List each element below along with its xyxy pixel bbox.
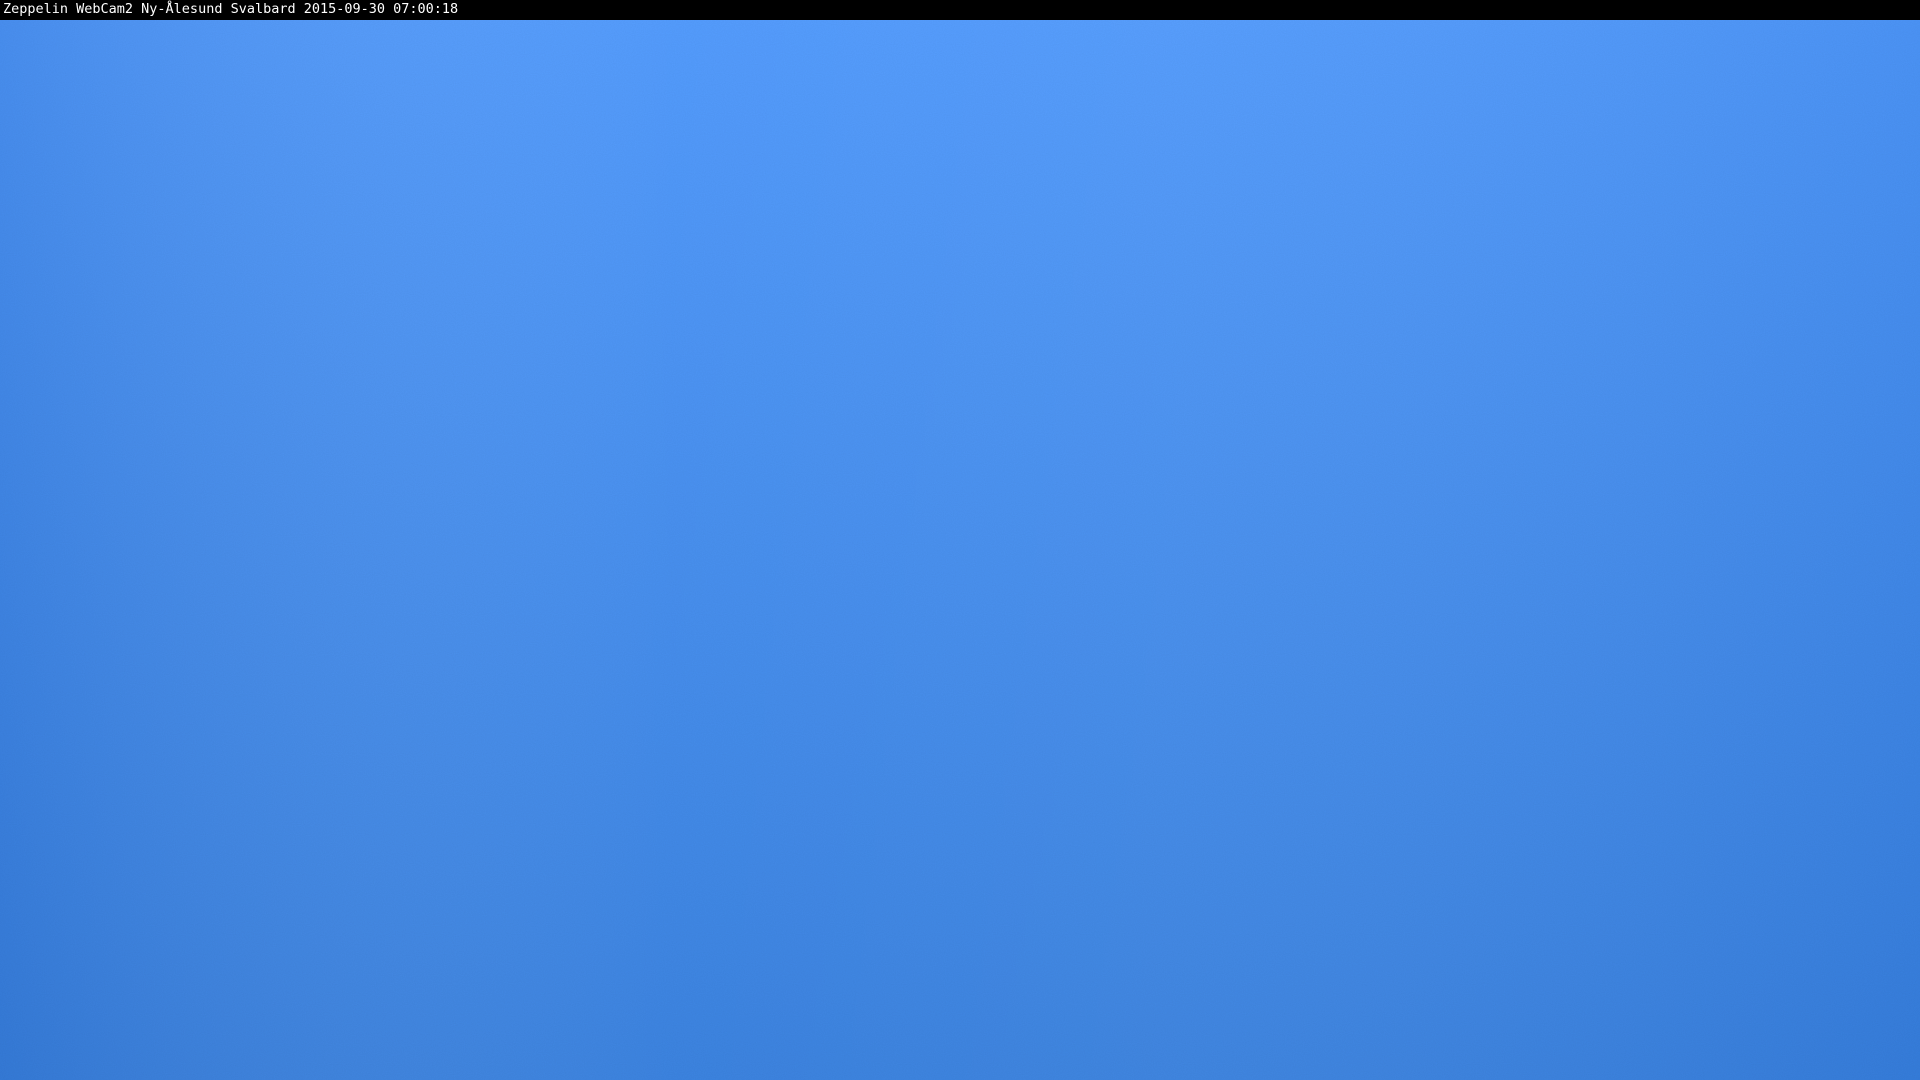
caption-bar: Zeppelin WebCam2 Ny-Ålesund Svalbard 201…	[0, 0, 1920, 20]
sky-gradient-canvas	[0, 20, 1920, 1080]
webcam-frame: Zeppelin WebCam2 Ny-Ålesund Svalbard 201…	[0, 0, 1920, 1080]
sky-grain	[0, 20, 1920, 1080]
sky-image	[0, 20, 1920, 1080]
webcam-caption: Zeppelin WebCam2 Ny-Ålesund Svalbard 201…	[3, 1, 459, 17]
